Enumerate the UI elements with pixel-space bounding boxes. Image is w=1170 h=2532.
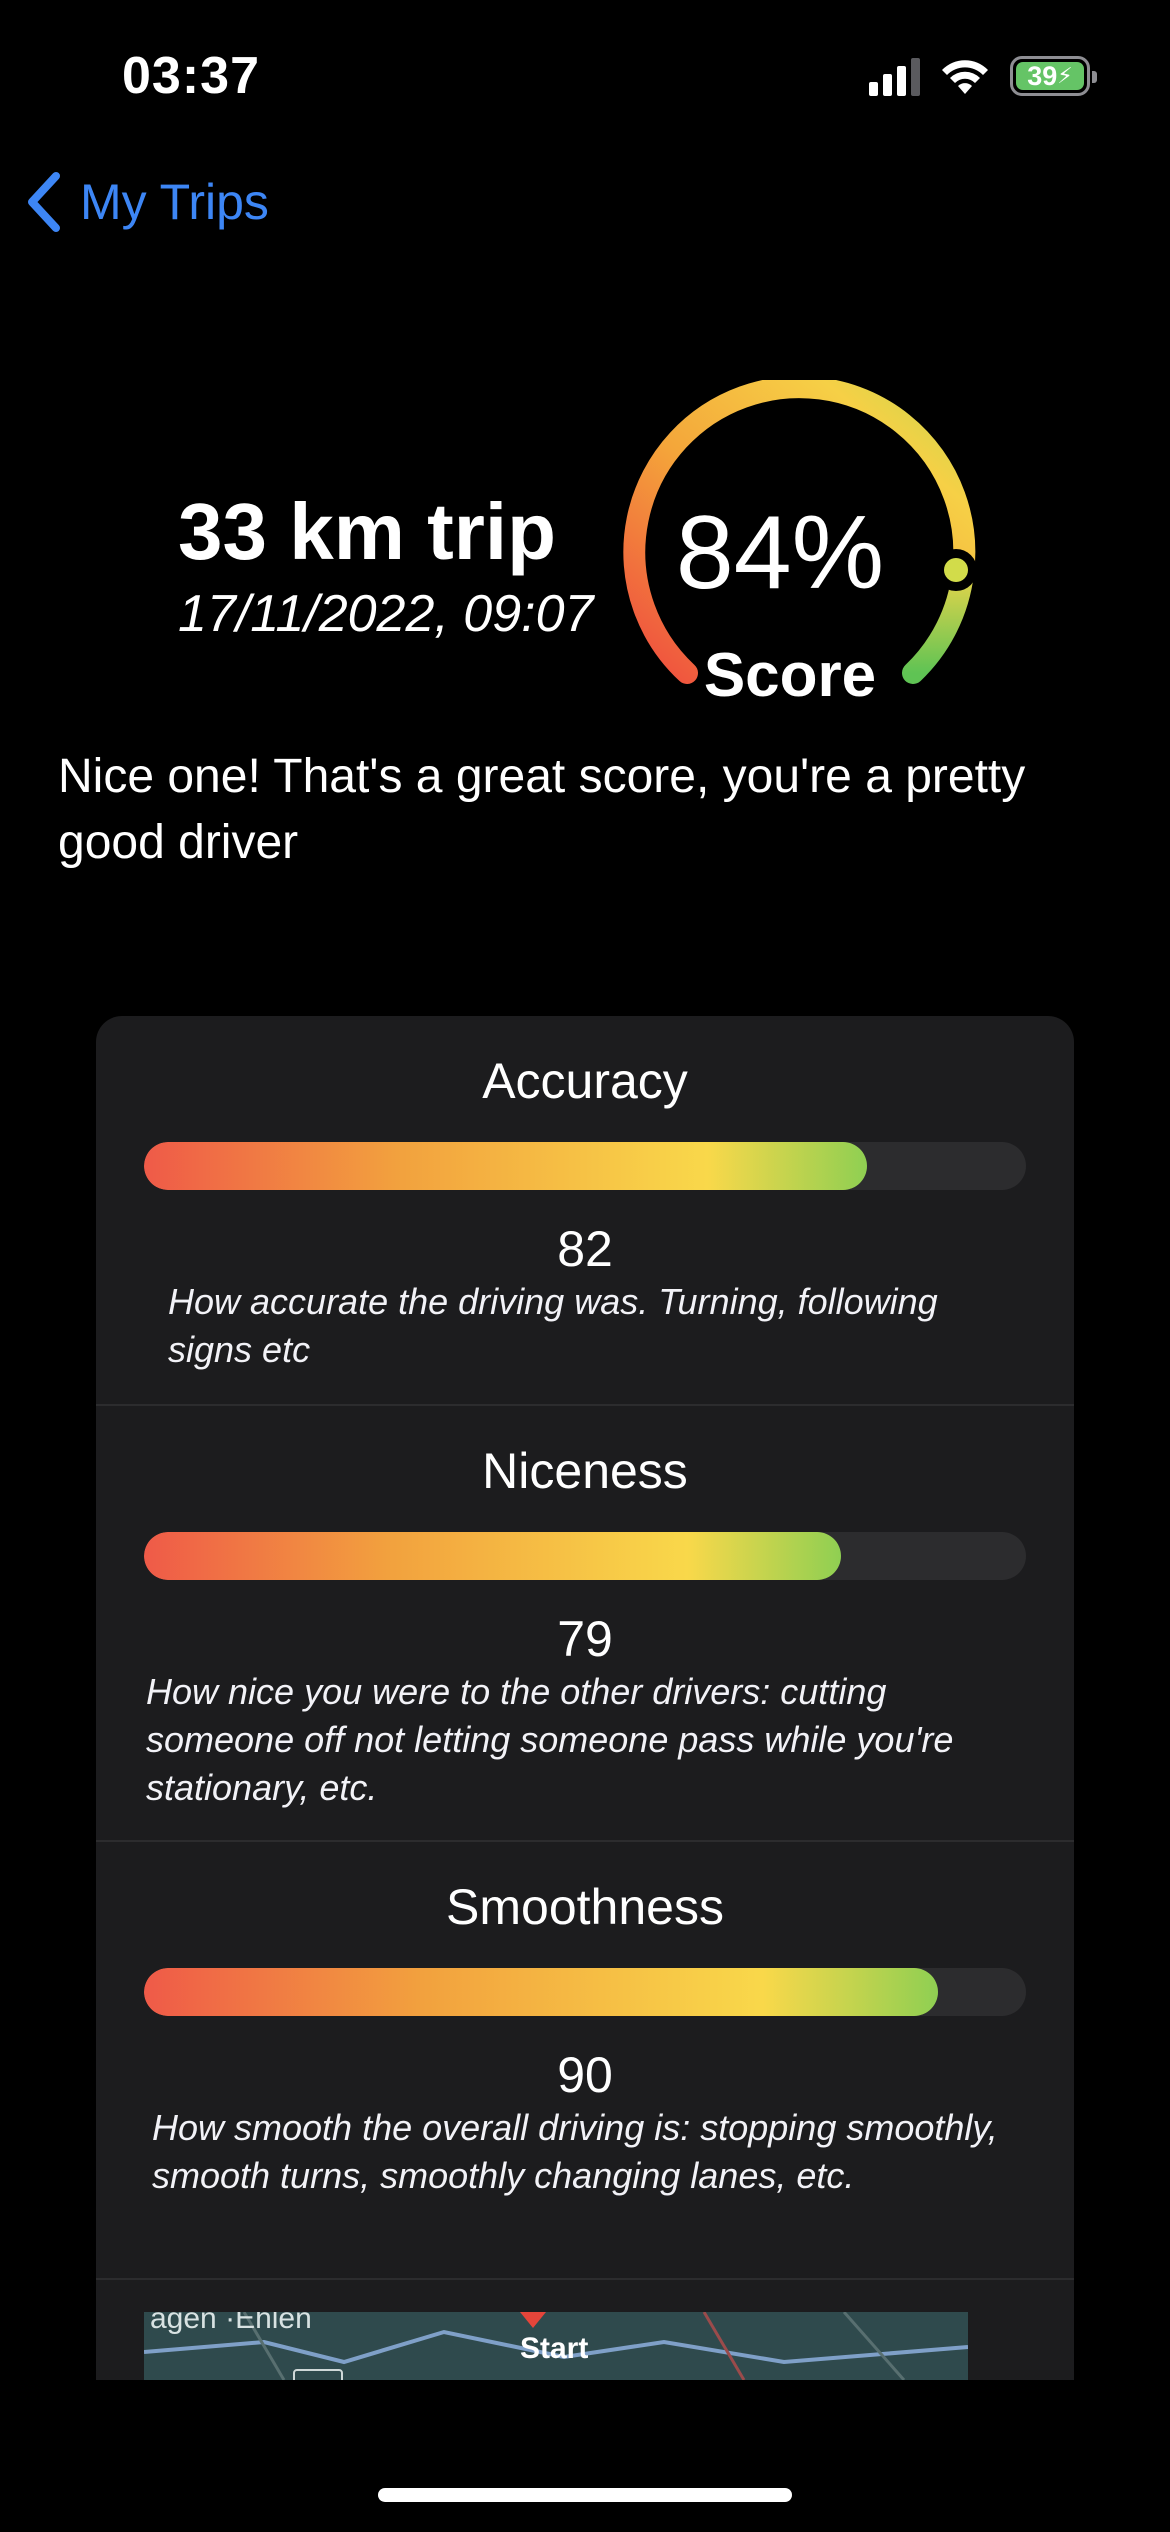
map-start-label: Start bbox=[520, 2332, 589, 2365]
map-place-label: agen ·Ehlen bbox=[150, 2312, 312, 2335]
progress-bar bbox=[144, 1142, 868, 1190]
trip-title: 33 km trip bbox=[178, 487, 556, 576]
metric-value: 90 bbox=[557, 2047, 613, 2103]
progress-bar bbox=[144, 1532, 841, 1580]
metric-accuracy: Accuracy 82 How accurate the driving was… bbox=[96, 1016, 1074, 1406]
metric-smoothness: Smoothness 90 How smooth the overall dri… bbox=[96, 1842, 1074, 2280]
battery-icon: 39 ⚡ bbox=[1010, 56, 1097, 96]
metric-description: How smooth the overall driving is: stopp… bbox=[152, 2107, 998, 2196]
trip-date: 17/11/2022, 09:07 bbox=[178, 585, 594, 643]
home-indicator[interactable] bbox=[378, 2488, 792, 2502]
cellular-signal-icon bbox=[869, 56, 920, 96]
score-value: 84% bbox=[675, 495, 885, 611]
metric-value: 82 bbox=[557, 1221, 613, 1277]
metrics-card[interactable]: Accuracy 82 How accurate the driving was… bbox=[96, 1016, 1074, 2380]
metric-value: 79 bbox=[557, 1611, 613, 1667]
progress-track bbox=[144, 1532, 1026, 1580]
battery-level: 39 bbox=[1027, 60, 1058, 91]
status-icons: 39 ⚡ bbox=[869, 50, 1097, 102]
back-button[interactable]: My Trips bbox=[26, 172, 269, 232]
wifi-icon bbox=[942, 60, 988, 94]
progress-track bbox=[144, 1968, 1026, 2016]
metric-title: Accuracy bbox=[482, 1053, 688, 1109]
trip-map[interactable]: agen ·Ehlen Start bbox=[144, 2312, 968, 2380]
map-pin-icon bbox=[520, 2312, 546, 2328]
score-label: Score bbox=[703, 641, 877, 710]
status-time: 03:37 bbox=[122, 47, 260, 105]
chevron-left-icon bbox=[28, 172, 60, 232]
metric-niceness: Niceness 79 How nice you were to the oth… bbox=[96, 1406, 1074, 1842]
metric-title: Niceness bbox=[482, 1443, 688, 1499]
metric-description: How nice you were to the other drivers: … bbox=[146, 1671, 954, 1808]
metric-description: How accurate the driving was. Turning, f… bbox=[168, 1281, 938, 1370]
screen: 03:37 39 ⚡ My Trips 33 km trip 17/11/2022… bbox=[0, 0, 1170, 2532]
progress-track bbox=[144, 1142, 1026, 1190]
score-message: Nice one! That's a great score, you're a… bbox=[58, 750, 1026, 869]
metric-title: Smoothness bbox=[446, 1879, 724, 1935]
back-label: My Trips bbox=[80, 174, 269, 230]
progress-bar bbox=[144, 1968, 938, 2016]
